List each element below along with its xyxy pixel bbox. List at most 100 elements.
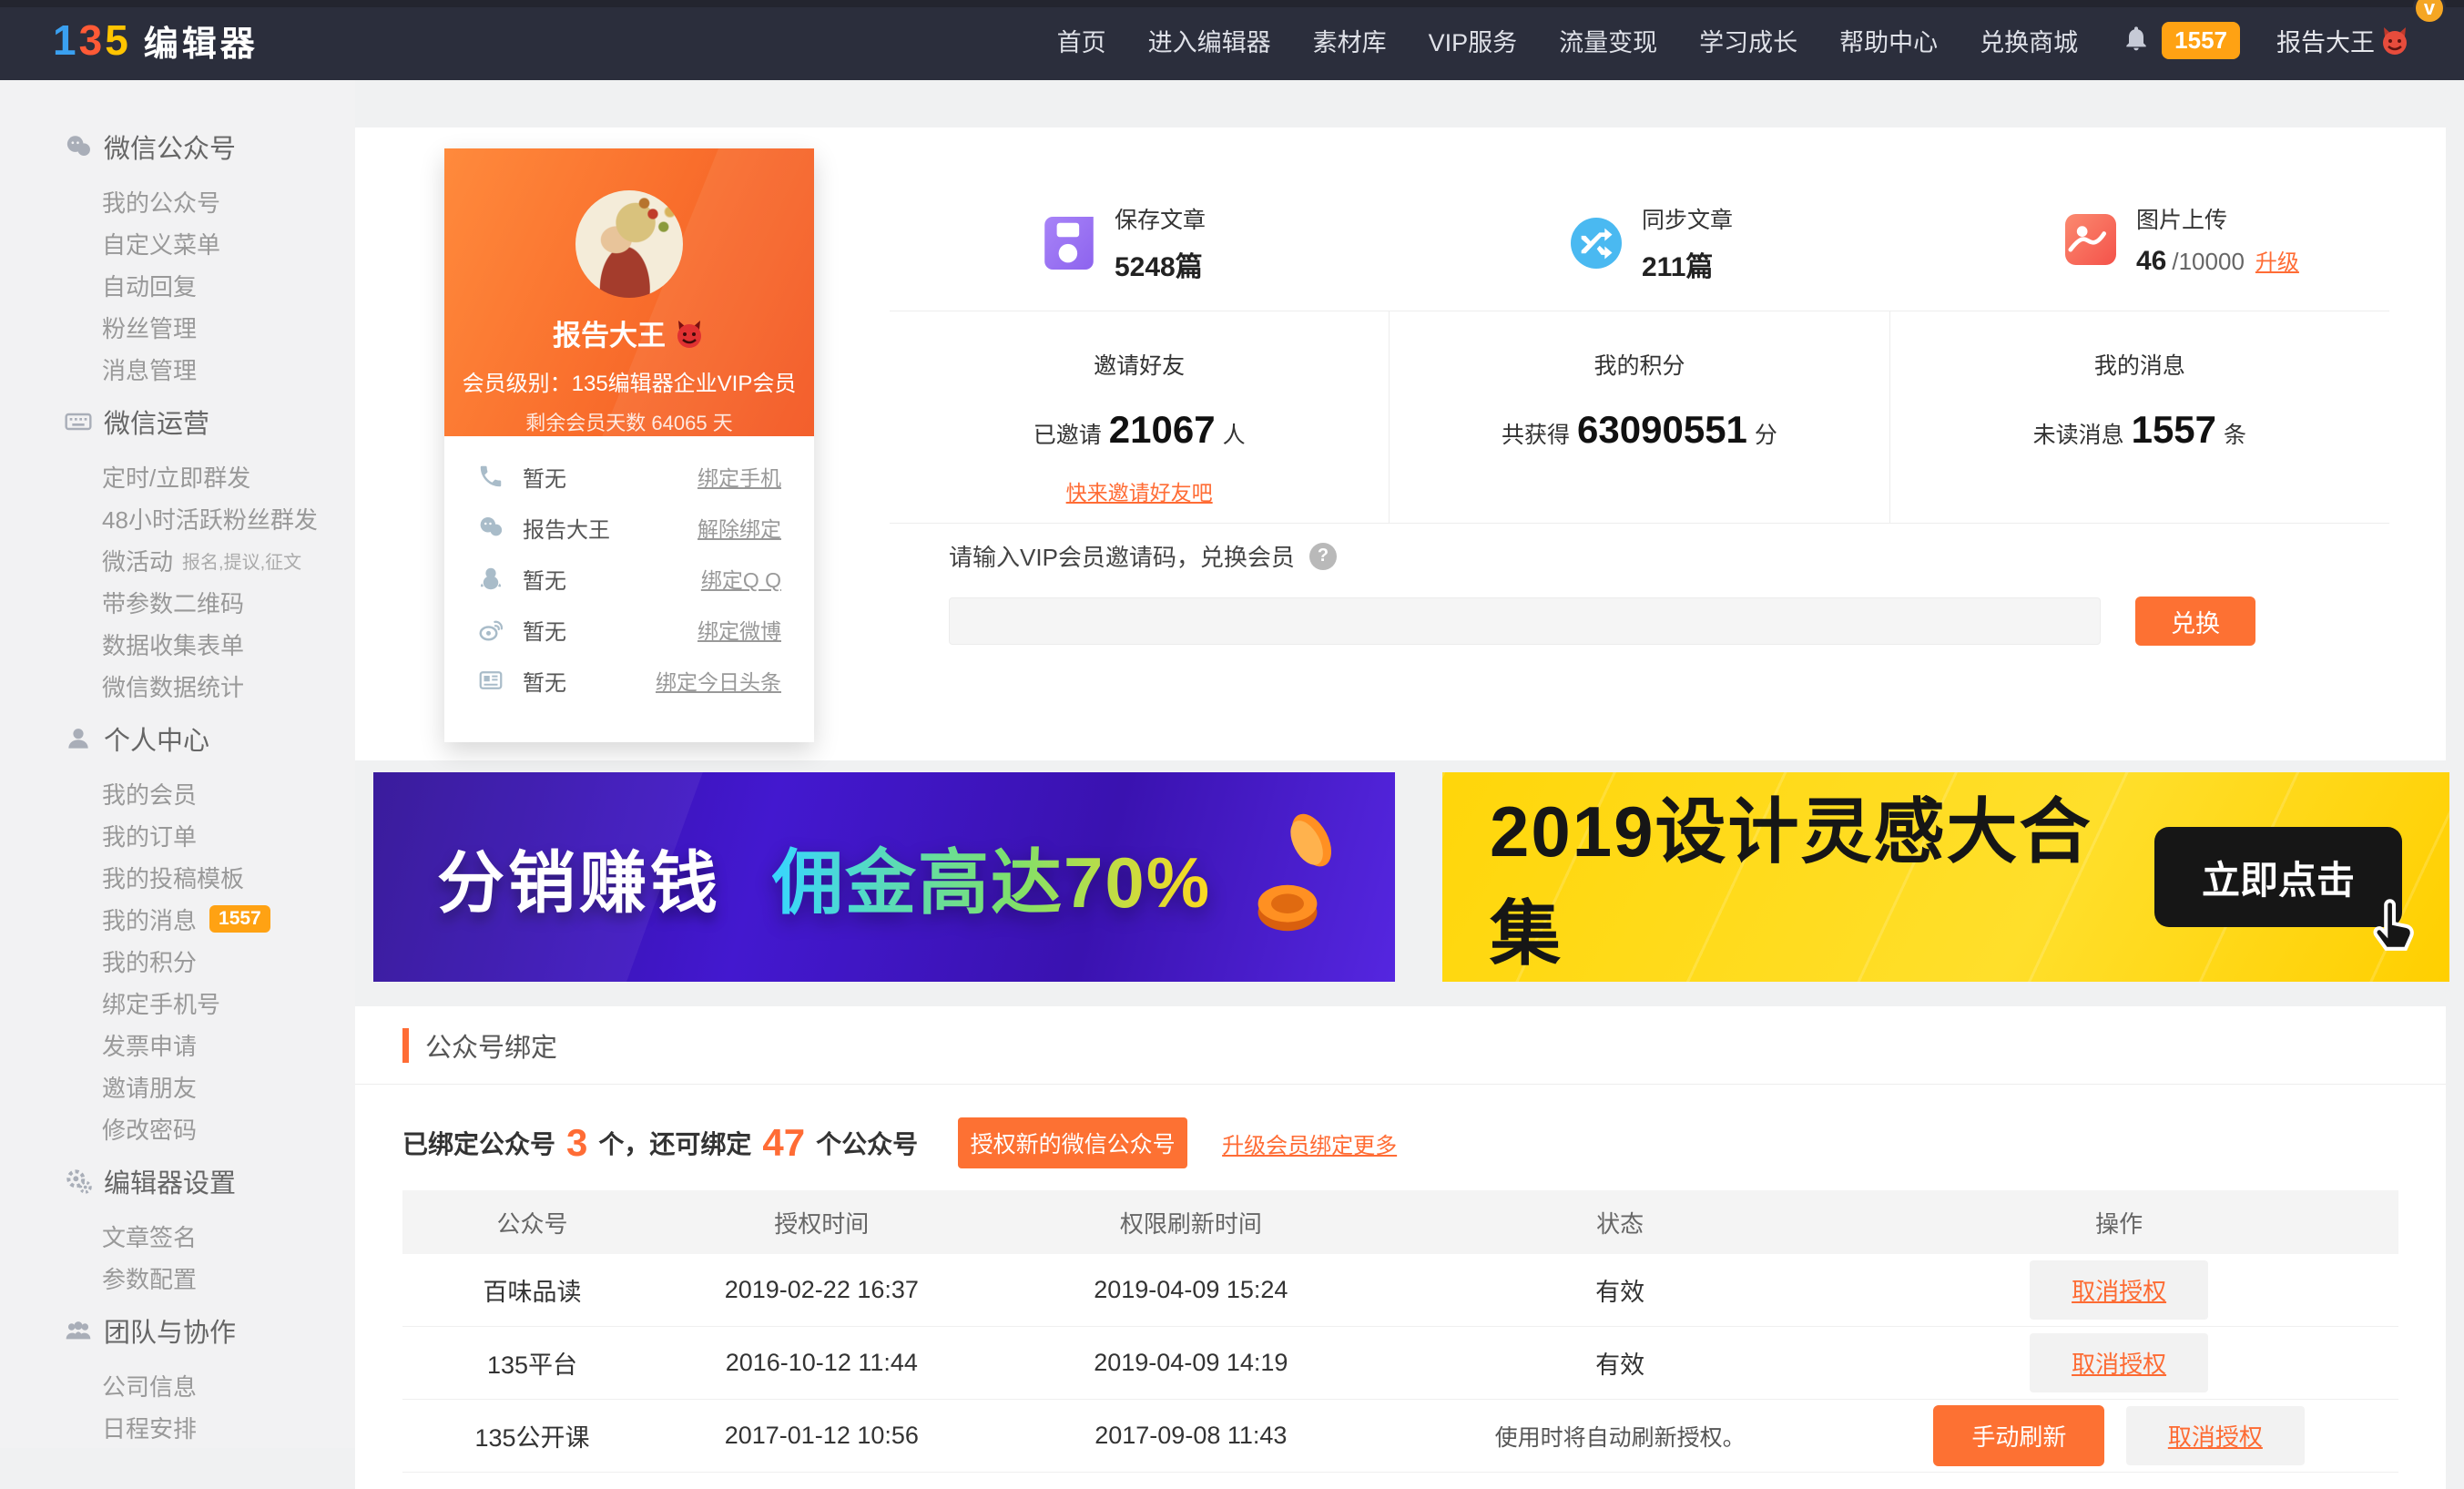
help-icon[interactable]: ? (1309, 543, 1337, 570)
upgrade-membership-link[interactable]: 升级会员绑定更多 (1222, 1127, 1397, 1159)
vip-redeem-block: 请输入VIP会员邀请码，兑换会员 ? 兑换 (949, 539, 2389, 646)
col-header-auth-time: 授权时间 (662, 1206, 982, 1239)
banner-left-subtitle: 佣金高达70% (772, 826, 1211, 928)
auth-time: 2017-01-12 10:56 (662, 1422, 982, 1450)
invite-friends-link[interactable]: 快来邀请好友吧 (1066, 475, 1213, 506)
cancel-authorization-button[interactable]: 取消授权 (2126, 1406, 2305, 1465)
sidebar-item-my-messages[interactable]: 我的消息1557 (0, 898, 355, 940)
keyboard-icon (64, 407, 93, 436)
profile-card: 报告大王 会员级别：135编辑器企业VIP会员 剩余会员天数 64065 天 暂… (444, 148, 814, 742)
sidebar-item-fans[interactable]: 粉丝管理 (0, 306, 355, 348)
unbind-wechat-link[interactable]: 解除绑定 (697, 512, 781, 543)
sidebar-item-parameter-config[interactable]: 参数配置 (0, 1257, 355, 1299)
devil-emoji-icon (2378, 24, 2411, 56)
binding-section-header: 公众号绑定 (355, 1006, 2446, 1085)
sidebar-item-invoice[interactable]: 发票申请 (0, 1024, 355, 1066)
image-icon (2065, 213, 2116, 266)
table-header-row: 公众号 授权时间 权限刷新时间 状态 操作 (402, 1190, 2398, 1254)
banner-right-title: 2019设计灵感大合集 (1490, 775, 2154, 979)
table-row: 135平台 2016-10-12 11:44 2019-04-09 14:19 … (402, 1327, 2398, 1400)
bell-icon[interactable] (2122, 24, 2151, 57)
devil-emoji-icon (673, 317, 706, 350)
avatar[interactable] (575, 190, 683, 298)
nav-link-learn[interactable]: 学习成长 (1699, 23, 1797, 58)
table-row: 135公开课 2017-01-12 10:56 2017-09-08 11:43… (402, 1400, 2398, 1473)
sidebar-section-personal-center[interactable]: 个人中心 (0, 721, 355, 756)
membership-level: 会员级别：135编辑器企业VIP会员 (444, 365, 814, 397)
sidebar-item-my-membership[interactable]: 我的会员 (0, 772, 355, 814)
nav-link-home[interactable]: 首页 (1057, 23, 1106, 58)
cancel-authorization-button[interactable]: 取消授权 (2030, 1260, 2208, 1320)
sidebar-item-data-form[interactable]: 数据收集表单 (0, 623, 355, 665)
cancel-authorization-button[interactable]: 取消授权 (2030, 1333, 2208, 1392)
binding-row-toutiao: 暂无 绑定今日头条 (477, 655, 781, 706)
sidebar-item-article-signature[interactable]: 文章签名 (0, 1215, 355, 1257)
membership-days-left: 剩余会员天数 64065 天 (444, 407, 814, 436)
sidebar-item-micro-activity[interactable]: 微活动报名,提议,征文 (0, 539, 355, 581)
authorize-new-account-button[interactable]: 授权新的微信公众号 (958, 1117, 1187, 1168)
user-icon (64, 724, 93, 753)
refresh-time: 2017-09-08 11:43 (982, 1422, 1400, 1450)
account-name: 135公开课 (402, 1418, 662, 1453)
vip-code-input[interactable] (949, 597, 2101, 645)
status-value: 使用时将自动刷新授权。 (1495, 1425, 1746, 1451)
sidebar-item-change-password[interactable]: 修改密码 (0, 1107, 355, 1149)
phone-icon (477, 463, 504, 490)
weibo-icon (477, 616, 504, 643)
sidebar-item-invite-friends[interactable]: 邀请朋友 (0, 1066, 355, 1107)
divider (890, 523, 2389, 524)
app-logo[interactable]: 135 编辑器 (53, 15, 259, 66)
sidebar-item-qrcode[interactable]: 带参数二维码 (0, 581, 355, 623)
nav-link-help[interactable]: 帮助中心 (1839, 23, 1938, 58)
bind-phone-link[interactable]: 绑定手机 (697, 461, 781, 492)
sidebar-section-editor-settings[interactable]: 编辑器设置 (0, 1164, 355, 1198)
sidebar-item-wechat-stats[interactable]: 微信数据统计 (0, 665, 355, 707)
redeem-button[interactable]: 兑换 (2135, 597, 2255, 646)
bind-weibo-link[interactable]: 绑定微博 (697, 614, 781, 645)
stat-my-messages: 我的消息 未读消息1557条 (1889, 311, 2389, 523)
nav-link-shop[interactable]: 兑换商城 (1980, 23, 2078, 58)
bind-qq-link[interactable]: 绑定Q Q (701, 563, 781, 594)
manual-refresh-button[interactable]: 手动刷新 (1933, 1405, 2104, 1466)
logo-text: 编辑器 (144, 15, 259, 66)
sidebar-item-my-points[interactable]: 我的积分 (0, 940, 355, 982)
col-header-status: 状态 (1400, 1206, 1839, 1239)
distribution-banner[interactable]: 分销赚钱 佣金高达70% (373, 772, 1395, 982)
design-inspiration-banner[interactable]: 2019设计灵感大合集 立即点击 (1442, 772, 2449, 982)
gear-icon (64, 1167, 93, 1196)
sidebar-item-messages-mgmt[interactable]: 消息管理 (0, 348, 355, 390)
account-bindings-list: 暂无 绑定手机 报告大王 解除绑定 暂无 绑定Q Q 暂无 绑定微博 暂无 (444, 436, 814, 706)
sidebar-section-wechat-ops[interactable]: 微信运营 (0, 404, 355, 439)
binding-row-phone: 暂无 绑定手机 (477, 451, 781, 502)
sidebar-section-wechat-account[interactable]: 微信公众号 (0, 129, 355, 164)
sidebar-item-mass-send[interactable]: 定时/立即群发 (0, 455, 355, 497)
nav-link-materials[interactable]: 素材库 (1313, 23, 1387, 58)
sidebar-item-my-templates[interactable]: 我的投稿模板 (0, 856, 355, 898)
profile-card-header: 报告大王 会员级别：135编辑器企业VIP会员 剩余会员天数 64065 天 (444, 148, 814, 436)
profile-stats-panel: 报告大王 会员级别：135编辑器企业VIP会员 剩余会员天数 64065 天 暂… (355, 127, 2446, 760)
notification-count-badge[interactable]: 1557 (2162, 22, 2240, 59)
sidebar-item-my-orders[interactable]: 我的订单 (0, 814, 355, 856)
sidebar-item-custom-menu[interactable]: 自定义菜单 (0, 222, 355, 264)
bind-toutiao-link[interactable]: 绑定今日头条 (656, 665, 781, 696)
sidebar-item-schedule[interactable]: 日程安排 (0, 1406, 355, 1448)
sidebar-item-48h-fans-send[interactable]: 48小时活跃粉丝群发 (0, 497, 355, 539)
vip-v-badge: v (2413, 0, 2446, 25)
banner-click-button[interactable]: 立即点击 (2154, 827, 2402, 927)
account-name: 百味品读 (402, 1272, 662, 1308)
nav-link-editor[interactable]: 进入编辑器 (1148, 23, 1271, 58)
nav-link-vip[interactable]: VIP服务 (1429, 23, 1518, 58)
sidebar-section-team[interactable]: 团队与协作 (0, 1313, 355, 1348)
user-menu[interactable]: 报告大王 v (2276, 23, 2411, 58)
vip-redeem-label: 请输入VIP会员邀请码，兑换会员 (949, 539, 1295, 573)
upgrade-link[interactable]: 升级 (2255, 250, 2299, 275)
sidebar-item-bind-phone[interactable]: 绑定手机号 (0, 982, 355, 1024)
bound-accounts-table: 公众号 授权时间 权限刷新时间 状态 操作 百味品读 2019-02-22 16… (402, 1190, 2398, 1473)
account-binding-panel: 公众号绑定 已绑定公众号 3 个，还可绑定 47 个公众号 授权新的微信公众号 … (355, 1006, 2446, 1489)
sidebar-item-my-accounts[interactable]: 我的公众号 (0, 180, 355, 222)
sidebar-item-company-info[interactable]: 公司信息 (0, 1364, 355, 1406)
username: 报告大王 (2276, 23, 2375, 58)
upload-limit: /10000 (2172, 248, 2245, 275)
nav-link-monetize[interactable]: 流量变现 (1559, 23, 1657, 58)
sidebar-item-auto-reply[interactable]: 自动回复 (0, 264, 355, 306)
